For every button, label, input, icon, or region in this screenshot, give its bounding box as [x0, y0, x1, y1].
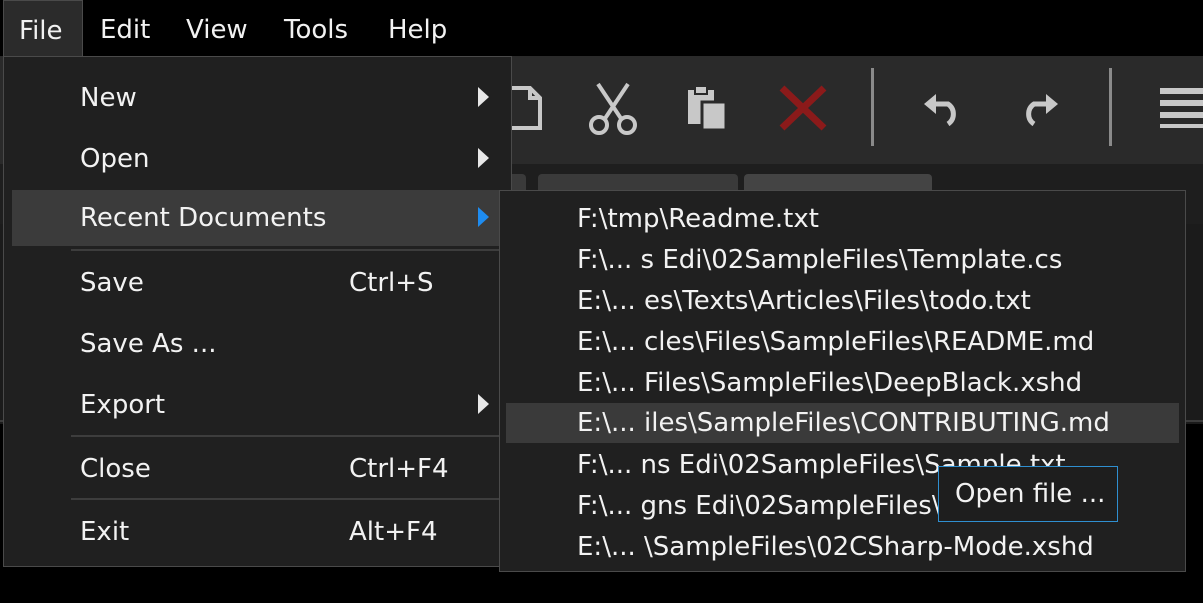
menu-item-label: Open: [80, 144, 150, 174]
menu-separator: [71, 435, 503, 437]
menu-item-exit[interactable]: Exit Alt+F4: [12, 504, 503, 560]
submenu-arrow-icon: [478, 148, 489, 168]
menu-item-export[interactable]: Export: [12, 377, 503, 433]
submenu-arrow-icon: [478, 207, 489, 227]
menu-item-recent-documents[interactable]: Recent Documents: [12, 190, 503, 246]
recent-document-path: E:\... Files\SampleFiles\DeepBlack.xshd: [577, 368, 1083, 398]
toolbar-separator: [1109, 68, 1112, 146]
menu-item-save-as[interactable]: Save As ...: [12, 316, 503, 372]
submenu-arrow-icon: [478, 87, 489, 107]
recent-document-item[interactable]: E:\... cles\Files\SampleFiles\README.md: [506, 322, 1179, 362]
recent-document-item[interactable]: E:\... iles\SampleFiles\CONTRIBUTING.md: [506, 403, 1179, 443]
hamburger-menu-icon[interactable]: [1160, 86, 1203, 128]
undo-icon[interactable]: [922, 90, 964, 126]
recent-document-path: E:\... iles\SampleFiles\CONTRIBUTING.md: [577, 408, 1110, 438]
menu-bar: File Edit View Tools Help: [0, 0, 1203, 58]
recent-document-item[interactable]: E:\... es\Texts\Articles\Files\todo.txt: [506, 281, 1179, 321]
menu-separator: [71, 249, 503, 251]
recent-document-item[interactable]: F:\tmp\Readme.txt: [506, 199, 1179, 239]
menu-tools[interactable]: Tools: [284, 0, 348, 58]
menu-item-label: Exit: [80, 517, 130, 547]
menu-shortcut: Ctrl+F4: [349, 454, 449, 484]
submenu-arrow-icon: [478, 394, 489, 414]
recent-document-path: E:\... cles\Files\SampleFiles\README.md: [577, 327, 1095, 357]
recent-document-path: F:\... s Edi\02SampleFiles\Template.cs: [577, 245, 1063, 275]
cut-icon[interactable]: [586, 80, 640, 136]
recent-document-path: F:\tmp\Readme.txt: [577, 204, 819, 234]
menu-item-label: Save As ...: [80, 329, 217, 359]
menu-item-save[interactable]: Save Ctrl+S: [12, 255, 503, 311]
menu-separator: [71, 498, 503, 500]
paste-icon[interactable]: [686, 84, 728, 132]
menu-item-label: Export: [80, 390, 166, 420]
menu-item-label: Save: [80, 268, 144, 298]
delete-icon[interactable]: [778, 84, 828, 132]
menu-view[interactable]: View: [186, 0, 248, 58]
menu-edit[interactable]: Edit: [100, 0, 150, 58]
file-menu-dropdown: New Open Recent Documents Save Ctrl+S Sa…: [3, 56, 512, 567]
recent-document-path: F:\... gns Edi\02SampleFiles\: [577, 491, 941, 521]
menu-item-label: Close: [80, 454, 151, 484]
menu-shortcut: Ctrl+S: [349, 268, 434, 298]
menu-item-new[interactable]: New: [12, 70, 503, 126]
recent-document-path: E:\... \SampleFiles\02CSharp-Mode.xshd: [577, 532, 1094, 562]
menu-help[interactable]: Help: [388, 0, 447, 58]
menu-file[interactable]: File: [3, 0, 83, 58]
new-document-icon[interactable]: [508, 84, 542, 132]
menu-shortcut: Alt+F4: [349, 517, 438, 547]
toolbar-separator: [871, 68, 874, 146]
redo-icon[interactable]: [1018, 90, 1060, 126]
recent-document-path: E:\... es\Texts\Articles\Files\todo.txt: [577, 286, 1031, 316]
menu-item-label: New: [80, 83, 137, 113]
tooltip: Open file ...: [938, 466, 1118, 522]
menu-item-label: Recent Documents: [80, 203, 327, 233]
recent-document-item[interactable]: E:\... \SampleFiles\02CSharp-Mode.xshd: [506, 527, 1179, 567]
menu-item-close[interactable]: Close Ctrl+F4: [12, 441, 503, 497]
recent-document-item[interactable]: E:\... Files\SampleFiles\DeepBlack.xshd: [506, 363, 1179, 403]
menu-item-open[interactable]: Open: [12, 131, 503, 187]
recent-document-item[interactable]: F:\... s Edi\02SampleFiles\Template.cs: [506, 240, 1179, 280]
